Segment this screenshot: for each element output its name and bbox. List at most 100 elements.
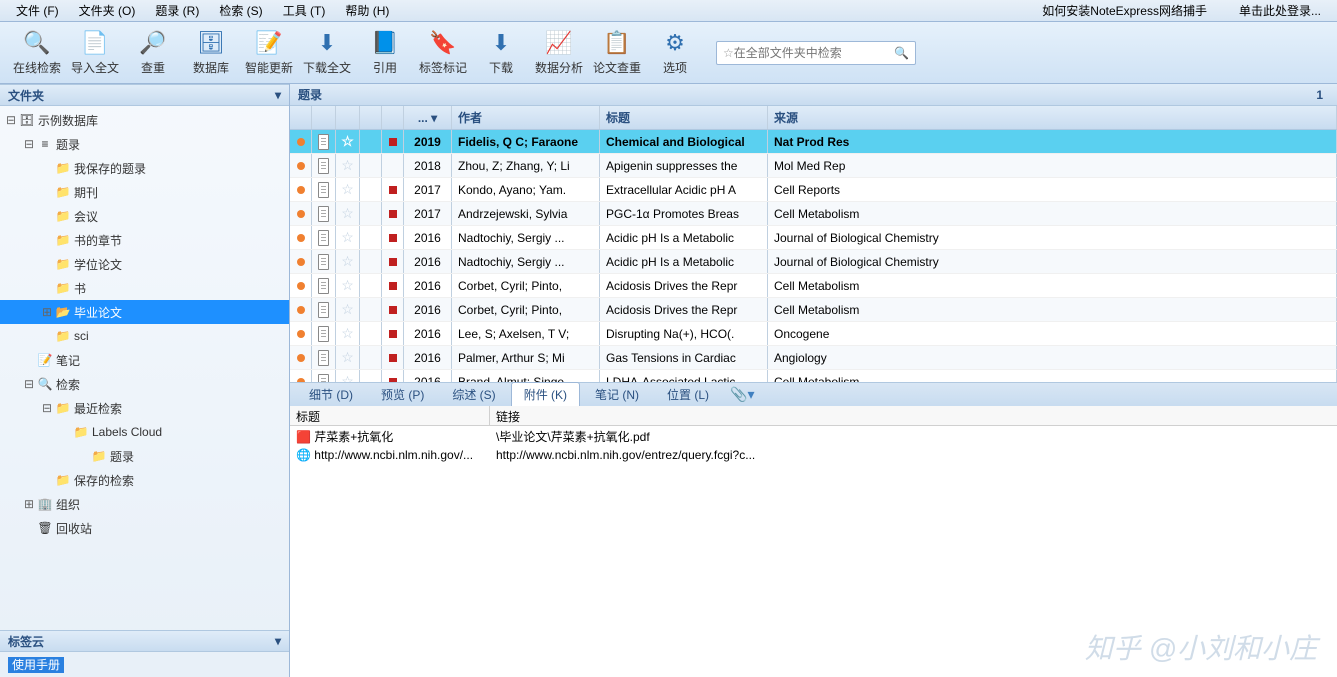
record-row[interactable]: ☆2016Nadtochiy, Sergiy ...Acidic pH Is a…	[290, 226, 1337, 250]
sidebar: 文件夹▾ ⊟🗄示例数据库⊟≡题录📁我保存的题录📁期刊📁会议📁书的章节📁学位论文📁…	[0, 84, 290, 677]
toolbar-options[interactable]: ⚙选项	[646, 25, 704, 81]
toolbar-import-fulltext[interactable]: 📄导入全文	[66, 25, 124, 81]
toolbar-data-analysis[interactable]: 📈数据分析	[530, 25, 588, 81]
expander-icon[interactable]: ⊟	[22, 137, 36, 151]
tree-label: 学位论文	[72, 256, 285, 273]
col-author[interactable]: 作者	[452, 106, 600, 129]
toolbar-tag-mark[interactable]: 🔖标签标记	[414, 25, 472, 81]
search-icon[interactable]: 🔍	[894, 46, 909, 60]
expander-icon[interactable]: ⊟	[40, 401, 54, 415]
tree-item[interactable]: 📁会议	[0, 204, 289, 228]
detail-tab[interactable]: 笔记 (N)	[582, 382, 652, 407]
page-icon	[318, 374, 329, 382]
record-row[interactable]: ☆2016Lee, S; Axelsen, T V;Disrupting Na(…	[290, 322, 1337, 346]
search-input[interactable]	[734, 46, 894, 60]
toolbar-online-search[interactable]: 🔍在线检索	[8, 25, 66, 81]
toolbar-database[interactable]: 🗄数据库	[182, 25, 240, 81]
col-source[interactable]: 来源	[768, 106, 1337, 129]
toolbar: 🔍在线检索📄导入全文🔎查重🗄数据库📝智能更新⬇下载全文📘引用🔖标签标记⬇下载📈数…	[0, 22, 1337, 84]
record-row[interactable]: ☆2016Nadtochiy, Sergiy ...Acidic pH Is a…	[290, 250, 1337, 274]
star-icon[interactable]: ☆	[341, 205, 354, 222]
record-row[interactable]: ☆2019Fidelis, Q C; FaraoneChemical and B…	[290, 130, 1337, 154]
tree-item[interactable]: 📁我保存的题录	[0, 156, 289, 180]
col-year[interactable]: ... ▾	[404, 106, 452, 129]
toolbar-check-dup[interactable]: 🔎查重	[124, 25, 182, 81]
tree-item[interactable]: ⊟🔍检索	[0, 372, 289, 396]
folder-icon: 📝	[36, 353, 54, 367]
tree-item[interactable]: 📁书	[0, 276, 289, 300]
star-icon[interactable]: ☆	[341, 181, 354, 198]
tree-item[interactable]: 📁sci	[0, 324, 289, 348]
attachment-row[interactable]: 🟥 芹菜素+抗氧化\毕业论文\芹菜素+抗氧化.pdf	[290, 426, 1337, 446]
detail-tab[interactable]: 位置 (L)	[654, 382, 722, 407]
tree-item[interactable]: 🗑回收站	[0, 516, 289, 540]
record-row[interactable]: ☆2017Andrzejewski, SylviaPGC-1α Promotes…	[290, 202, 1337, 226]
tree-item[interactable]: 📁保存的检索	[0, 468, 289, 492]
toolbar-download[interactable]: ⬇下载	[472, 25, 530, 81]
star-icon[interactable]: ☆	[341, 373, 354, 382]
cell-year: 2017	[404, 178, 452, 201]
detail-tab[interactable]: 附件 (K)	[511, 382, 580, 407]
menu-folder[interactable]: 文件夹 (O)	[69, 2, 146, 19]
star-icon[interactable]: ☆	[341, 349, 354, 366]
link-install-helper[interactable]: 如何安装NoteExpress网络捕手	[1032, 2, 1217, 19]
toolbar-download-fulltext[interactable]: ⬇下载全文	[298, 25, 356, 81]
tree-item[interactable]: 📝笔记	[0, 348, 289, 372]
tree-item[interactable]: 📁书的章节	[0, 228, 289, 252]
tree-item[interactable]: 📁题录	[0, 444, 289, 468]
expander-icon[interactable]: ⊟	[22, 377, 36, 391]
menu-search[interactable]: 检索 (S)	[209, 2, 272, 19]
cell-source: Cell Metabolism	[768, 274, 1337, 297]
star-icon[interactable]: ☆	[341, 325, 354, 342]
tree-item[interactable]: 📁Labels Cloud	[0, 420, 289, 444]
menu-record[interactable]: 题录 (R)	[145, 2, 209, 19]
attach-col-title[interactable]: 标题	[290, 406, 490, 425]
star-icon[interactable]: ☆	[341, 229, 354, 246]
attachment-row[interactable]: 🌐 http://www.ncbi.nlm.nih.gov/...http://…	[290, 446, 1337, 466]
record-row[interactable]: ☆2018Zhou, Z; Zhang, Y; LiApigenin suppr…	[290, 154, 1337, 178]
record-row[interactable]: ☆2016Palmer, Arthur S; MiGas Tensions in…	[290, 346, 1337, 370]
star-icon[interactable]: ☆	[341, 157, 354, 174]
detail-tab[interactable]: 预览 (P)	[368, 382, 437, 407]
tree-item[interactable]: ⊟≡题录	[0, 132, 289, 156]
record-row[interactable]: ☆2016Corbet, Cyril; Pinto,Acidosis Drive…	[290, 274, 1337, 298]
tag-manual[interactable]: 使用手册	[8, 657, 64, 673]
star-icon[interactable]: ☆	[341, 301, 354, 318]
link-login[interactable]: 单击此处登录...	[1229, 2, 1331, 19]
detail-tab[interactable]: 综述 (S)	[439, 382, 508, 407]
tree-item[interactable]: ⊟🗄示例数据库	[0, 108, 289, 132]
tree-item[interactable]: 📁期刊	[0, 180, 289, 204]
menu-help[interactable]: 帮助 (H)	[335, 2, 399, 19]
tree-item[interactable]: ⊟📁最近检索	[0, 396, 289, 420]
tree-item[interactable]: 📁学位论文	[0, 252, 289, 276]
detail-tab[interactable]: 细节 (D)	[296, 382, 366, 407]
attach-col-link[interactable]: 链接	[490, 406, 1337, 425]
cell-year: 2016	[404, 346, 452, 369]
search-box[interactable]: ☆ 🔍	[716, 41, 916, 65]
record-row[interactable]: ☆2016Brand, Almut; SingeLDHA-Associated …	[290, 370, 1337, 382]
expander-icon[interactable]: ⊞	[22, 497, 36, 511]
cell-year: 2016	[404, 370, 452, 382]
expander-icon[interactable]: ⊞	[40, 305, 54, 319]
expander-icon[interactable]: ⊟	[4, 113, 18, 127]
star-icon[interactable]: ☆	[341, 277, 354, 294]
star-icon[interactable]: ☆	[341, 133, 354, 150]
tagcloud-panel-header[interactable]: 标签云▾	[0, 630, 289, 652]
col-title[interactable]: 标题	[600, 106, 768, 129]
tree-item[interactable]: ⊞🏢组织	[0, 492, 289, 516]
status-dot-icon	[297, 162, 305, 170]
menu-tool[interactable]: 工具 (T)	[273, 2, 336, 19]
cell-source: Journal of Biological Chemistry	[768, 250, 1337, 273]
tree-item[interactable]: ⊞📂毕业论文	[0, 300, 289, 324]
record-row[interactable]: ☆2016Corbet, Cyril; Pinto,Acidosis Drive…	[290, 298, 1337, 322]
paperclip-icon[interactable]: 📎▾	[724, 386, 760, 403]
cell-source: Nat Prod Res	[768, 130, 1337, 153]
menu-file[interactable]: 文件 (F)	[6, 2, 69, 19]
tree-label: 期刊	[72, 184, 285, 201]
smart-update-icon: 📝	[253, 29, 285, 57]
toolbar-paper-check[interactable]: 📋论文查重	[588, 25, 646, 81]
toolbar-cite[interactable]: 📘引用	[356, 25, 414, 81]
record-row[interactable]: ☆2017Kondo, Ayano; Yam.Extracellular Aci…	[290, 178, 1337, 202]
toolbar-smart-update[interactable]: 📝智能更新	[240, 25, 298, 81]
star-icon[interactable]: ☆	[341, 253, 354, 270]
